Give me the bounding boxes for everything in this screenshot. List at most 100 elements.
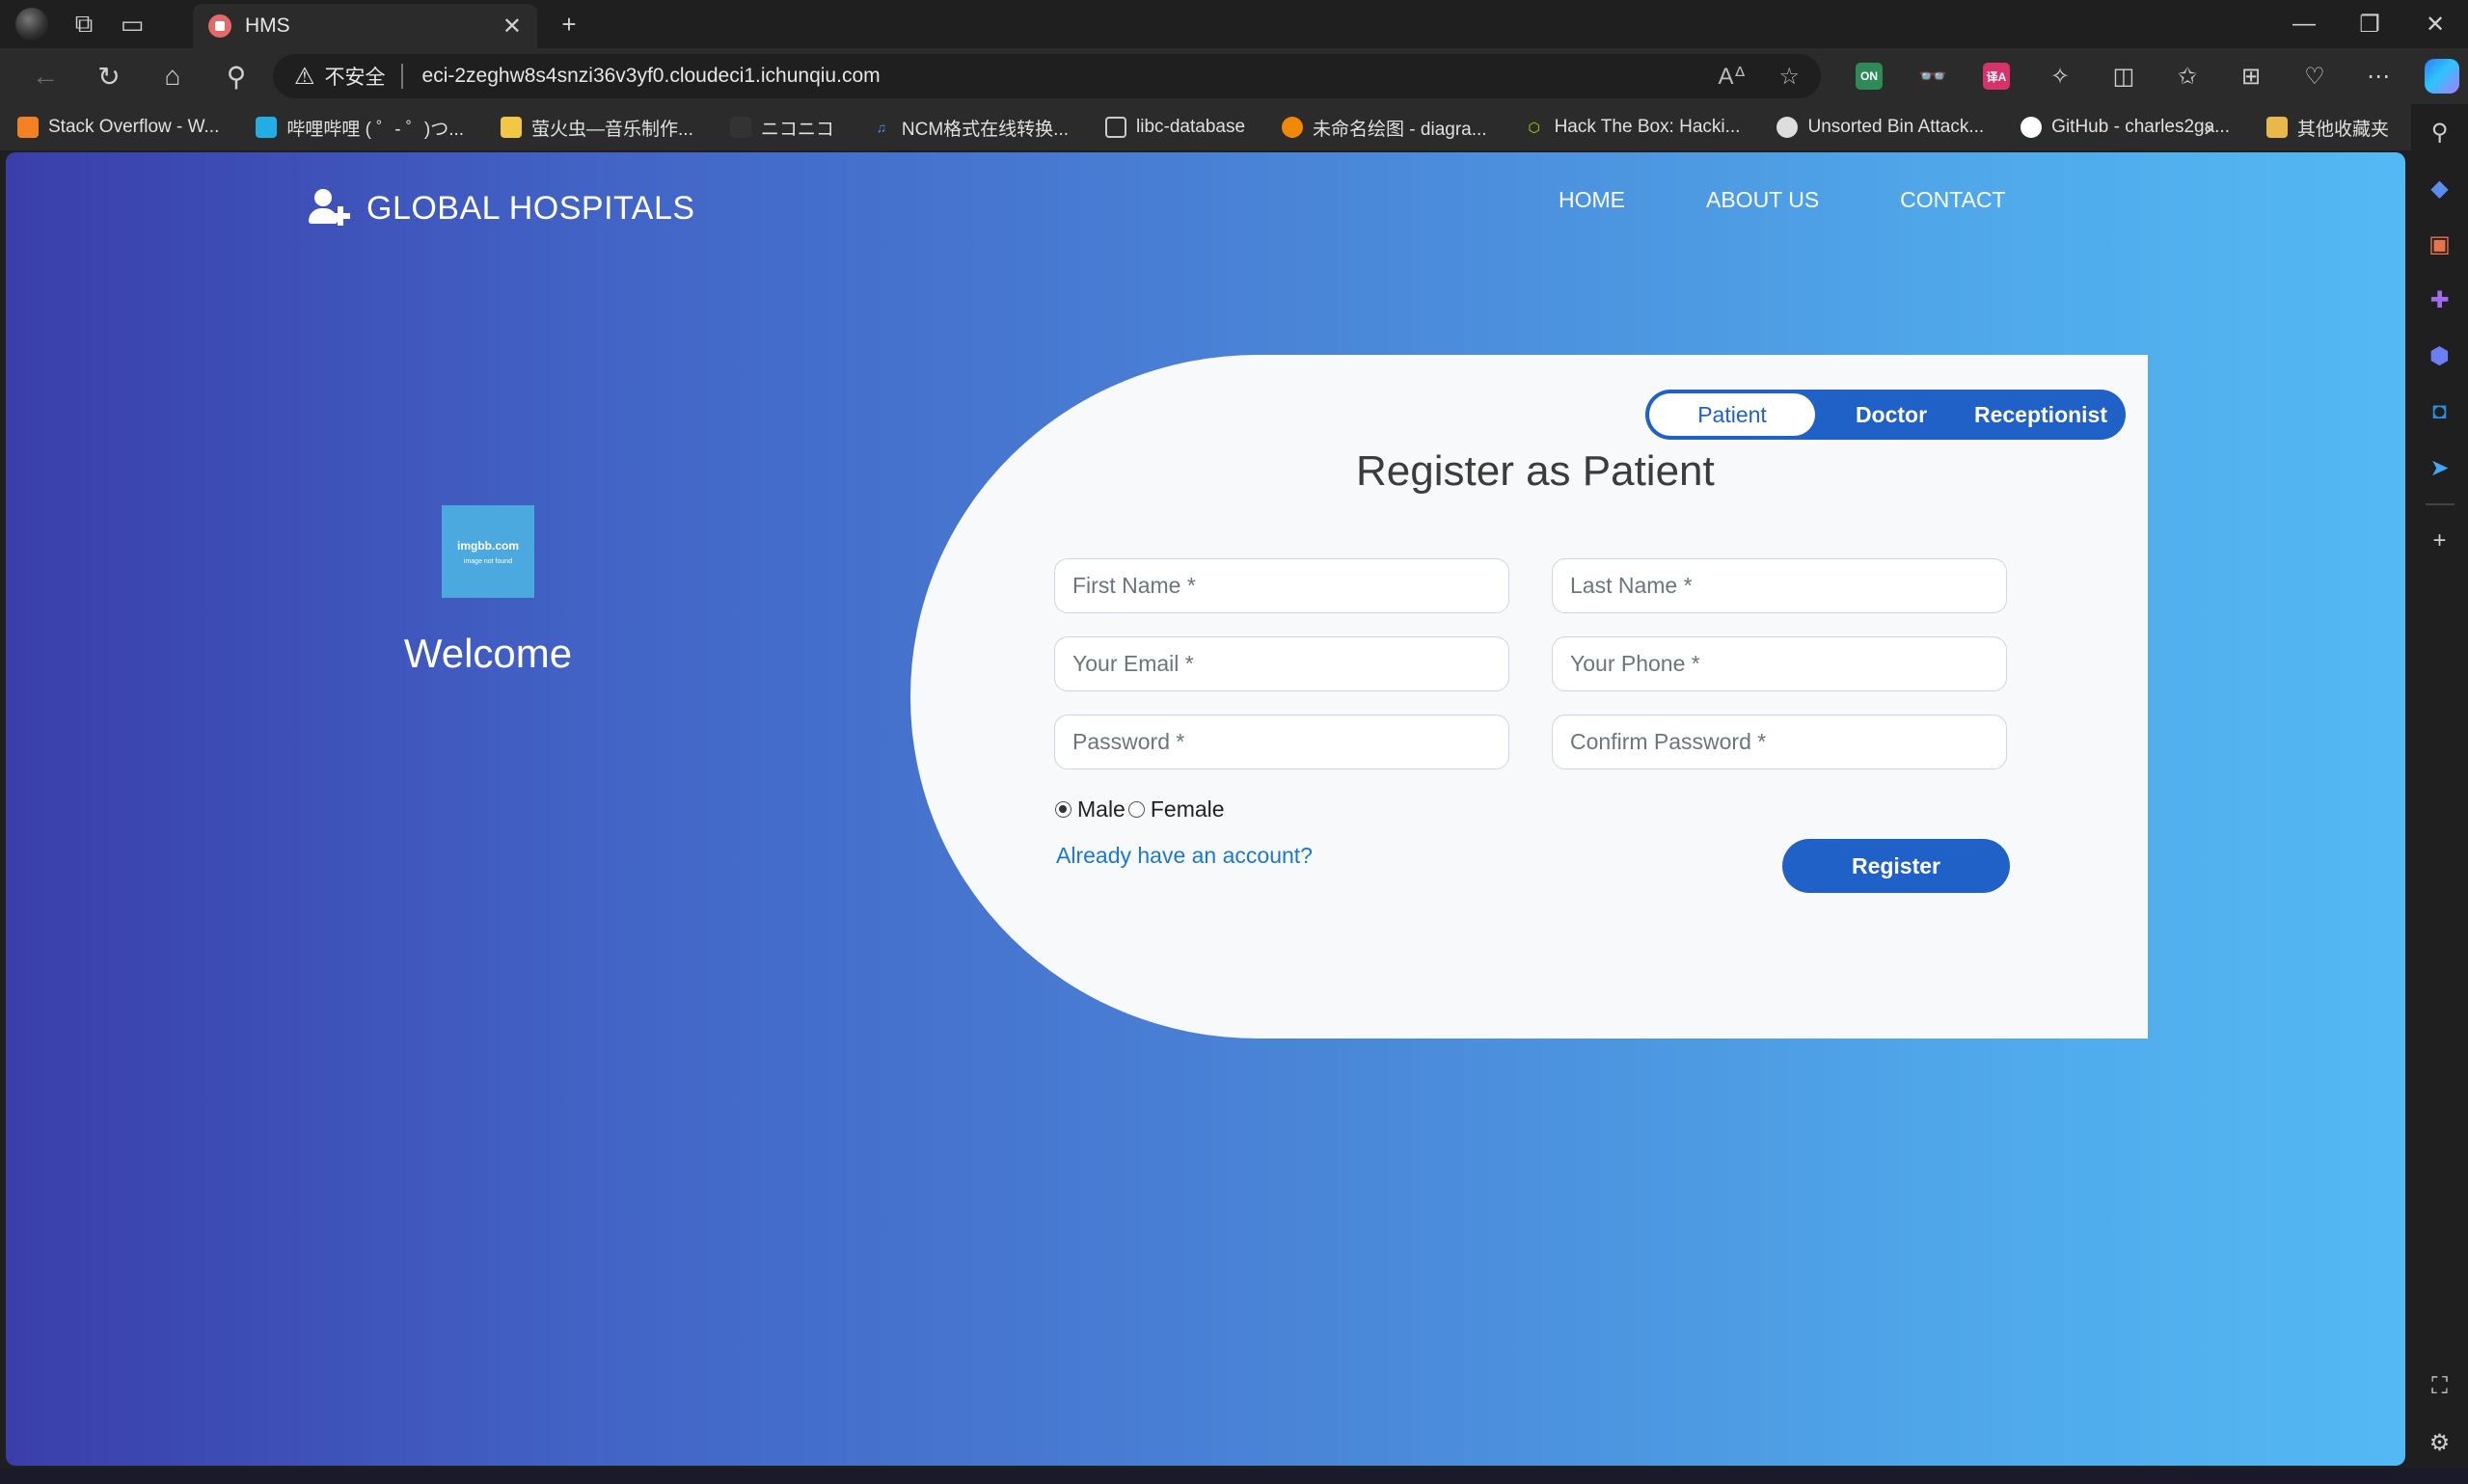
bookmark-item[interactable]: ♫ NCM格式在线转换... <box>871 115 1069 141</box>
tab-doctor[interactable]: Doctor <box>1819 402 1964 428</box>
bookmark-item[interactable]: ⬡ Hack The Box: Hacki... <box>1524 117 1740 138</box>
split-screen-icon[interactable]: ◫ <box>2092 48 2156 104</box>
sidebar-send-icon[interactable]: ➤ <box>2411 440 2468 496</box>
url-text[interactable]: eci-2zeghw8s4snzi36v3yf0.cloudeci1.ichun… <box>422 65 1686 88</box>
hackthebox-icon: ⬡ <box>1528 119 1540 135</box>
bookmark-item[interactable]: GitHub - charles2ga... <box>2021 117 2230 138</box>
image-not-found-label: image not found <box>463 557 513 565</box>
sidebar-tools-icon[interactable]: ▣ <box>2411 216 2468 272</box>
extensions-puzzle-icon[interactable]: ✧ <box>2028 48 2092 104</box>
envelope-icon <box>501 117 523 138</box>
male-label[interactable]: Male <box>1077 796 1126 823</box>
sidebar-settings-gear-icon[interactable]: ⚙ <box>2411 1415 2468 1471</box>
refresh-icon[interactable]: ↻ <box>77 48 141 104</box>
close-window-button[interactable]: ✕ <box>2402 0 2468 48</box>
extensions-toolbar: ON 👓 译A ✧ ◫ ✩ ⊞ ♡ ⋯ <box>1837 48 2468 104</box>
bookmark-item[interactable]: ニコニコ <box>729 115 834 141</box>
niconico-icon <box>729 117 751 138</box>
female-label[interactable]: Female <box>1151 796 1225 823</box>
edge-sidebar: ⚲ ◆ ▣ ✚ ⬢ ◘ ➤ + ⛶ ⚙ <box>2411 104 2468 1484</box>
other-bookmarks-folder[interactable]: 其他收藏夹 <box>2266 104 2389 150</box>
sidebar-games-icon[interactable]: ✚ <box>2411 272 2468 328</box>
favorites-icon[interactable]: ✩ <box>2156 48 2219 104</box>
nav-home-link[interactable]: HOME <box>1559 187 1625 213</box>
bilibili-icon <box>256 117 278 138</box>
email-field[interactable] <box>1054 636 1509 691</box>
search-icon[interactable]: ⚲ <box>204 48 268 104</box>
back-arrow-icon[interactable]: ← <box>14 48 77 104</box>
nav-links: HOME ABOUT US CONTACT <box>1559 187 2087 213</box>
sidebar-divider <box>2425 503 2454 505</box>
female-radio[interactable] <box>1127 801 1145 818</box>
brand[interactable]: GLOBAL HOSPITALS <box>309 189 695 228</box>
extension-translate-badge: 译A <box>1983 63 2010 90</box>
password-field[interactable] <box>1054 715 1509 769</box>
register-button[interactable]: Register <box>1782 839 2010 893</box>
tab-close-icon[interactable]: ✕ <box>502 13 522 40</box>
folder-icon <box>2266 117 2288 138</box>
collections-icon[interactable]: ⊞ <box>2219 48 2283 104</box>
minimize-button[interactable]: — <box>2271 0 2337 48</box>
nav-about-link[interactable]: ABOUT US <box>1706 187 1819 213</box>
broken-image-placeholder: imgbb.com image not found <box>442 505 534 598</box>
bookmark-item[interactable]: Stack Overflow - W... <box>17 117 219 138</box>
login-link[interactable]: Already have an account? <box>1056 843 1313 869</box>
sidebar-screenshot-icon[interactable]: ⛶ <box>2411 1359 2468 1415</box>
bookmark-item[interactable]: Unsorted Bin Attack... <box>1776 117 1984 138</box>
github-icon <box>2021 117 2043 138</box>
drawio-icon <box>1282 117 1304 138</box>
favorite-star-icon[interactable]: ☆ <box>1778 63 1800 91</box>
phone-field[interactable] <box>1552 636 2007 691</box>
warning-icon[interactable]: ⚠ <box>294 63 315 91</box>
browser-tab-active[interactable]: HMS ✕ <box>193 4 537 48</box>
window-controls: — ❐ ✕ <box>2271 0 2468 48</box>
sidebar-search-icon[interactable]: ⚲ <box>2411 104 2468 160</box>
insecure-label[interactable]: 不安全 <box>325 62 386 91</box>
read-aloud-icon[interactable]: Aᐞ <box>1718 63 1746 91</box>
bookmarks-bar: Stack Overflow - W... 哔哩哔哩 ( ゜- ゜)つ... 萤… <box>0 104 2411 150</box>
restore-button[interactable]: ❐ <box>2337 0 2402 48</box>
user-plus-plus-horizontal <box>331 213 350 219</box>
male-radio[interactable] <box>1055 801 1071 818</box>
bookmark-item[interactable]: 未命名绘图 - diagra... <box>1282 115 1487 141</box>
confirm-password-field[interactable] <box>1552 715 2007 769</box>
home-icon[interactable]: ⌂ <box>141 48 204 104</box>
bookmark-item[interactable]: 萤火虫—音乐制作... <box>501 115 693 141</box>
copilot-icon[interactable] <box>2410 48 2468 104</box>
extension-on-badge: ON <box>1856 63 1883 90</box>
sidebar-tag-icon[interactable]: ◆ <box>2411 160 2468 216</box>
new-tab-button[interactable]: + <box>545 0 593 48</box>
omnibox-divider <box>400 64 403 89</box>
more-options-icon[interactable]: ⋯ <box>2346 48 2410 104</box>
workspaces-icon[interactable]: ⧉ <box>60 0 108 48</box>
welcome-block: imgbb.com image not found Welcome <box>295 505 681 677</box>
vertical-tabs-icon[interactable]: ▭ <box>108 0 156 48</box>
performance-heart-icon[interactable]: ♡ <box>2283 48 2346 104</box>
bookmark-item[interactable]: 哔哩哔哩 ( ゜- ゜)つ... <box>256 115 464 141</box>
profile-avatar[interactable] <box>15 8 48 40</box>
bookmark-item[interactable]: libc-database <box>1105 117 1245 138</box>
address-bar-row: ← ↻ ⌂ ⚲ ⚠ 不安全 eci-2zeghw8s4snzi36v3yf0.c… <box>0 48 2468 104</box>
tab-receptionist[interactable]: Receptionist <box>1964 402 2118 428</box>
extension-on-icon[interactable]: ON <box>1837 48 1901 104</box>
sidebar-outlook-icon[interactable]: ◘ <box>2411 384 2468 440</box>
sidebar-add-icon[interactable]: + <box>2411 513 2468 569</box>
ctf-wiki-icon <box>1776 117 1799 138</box>
omnibox[interactable]: ⚠ 不安全 eci-2zeghw8s4snzi36v3yf0.cloudeci1… <box>273 54 1821 98</box>
bookmarks-overflow-chevron-icon[interactable]: › <box>2204 104 2212 150</box>
sidebar-m365-icon[interactable]: ⬢ <box>2411 328 2468 384</box>
welcome-heading: Welcome <box>403 631 573 676</box>
role-toggle: Patient Doctor Receptionist <box>1645 390 2126 440</box>
image-host-label: imgbb.com <box>456 538 519 553</box>
last-name-field[interactable] <box>1552 558 2007 613</box>
gender-radio-group: Male Female <box>1055 796 1225 823</box>
tab-patient[interactable]: Patient <box>1645 402 1819 428</box>
first-name-field[interactable] <box>1054 558 1509 613</box>
extension-translate-icon[interactable]: 译A <box>1965 48 2028 104</box>
music-note-icon: ♫ <box>876 120 887 135</box>
user-plus-head <box>314 189 332 206</box>
nav-contact-link[interactable]: CONTACT <box>1900 187 2005 213</box>
extension-glasses-icon[interactable]: 👓 <box>1901 48 1965 104</box>
hospital-favicon-icon <box>208 14 231 38</box>
stackoverflow-icon <box>17 117 39 138</box>
